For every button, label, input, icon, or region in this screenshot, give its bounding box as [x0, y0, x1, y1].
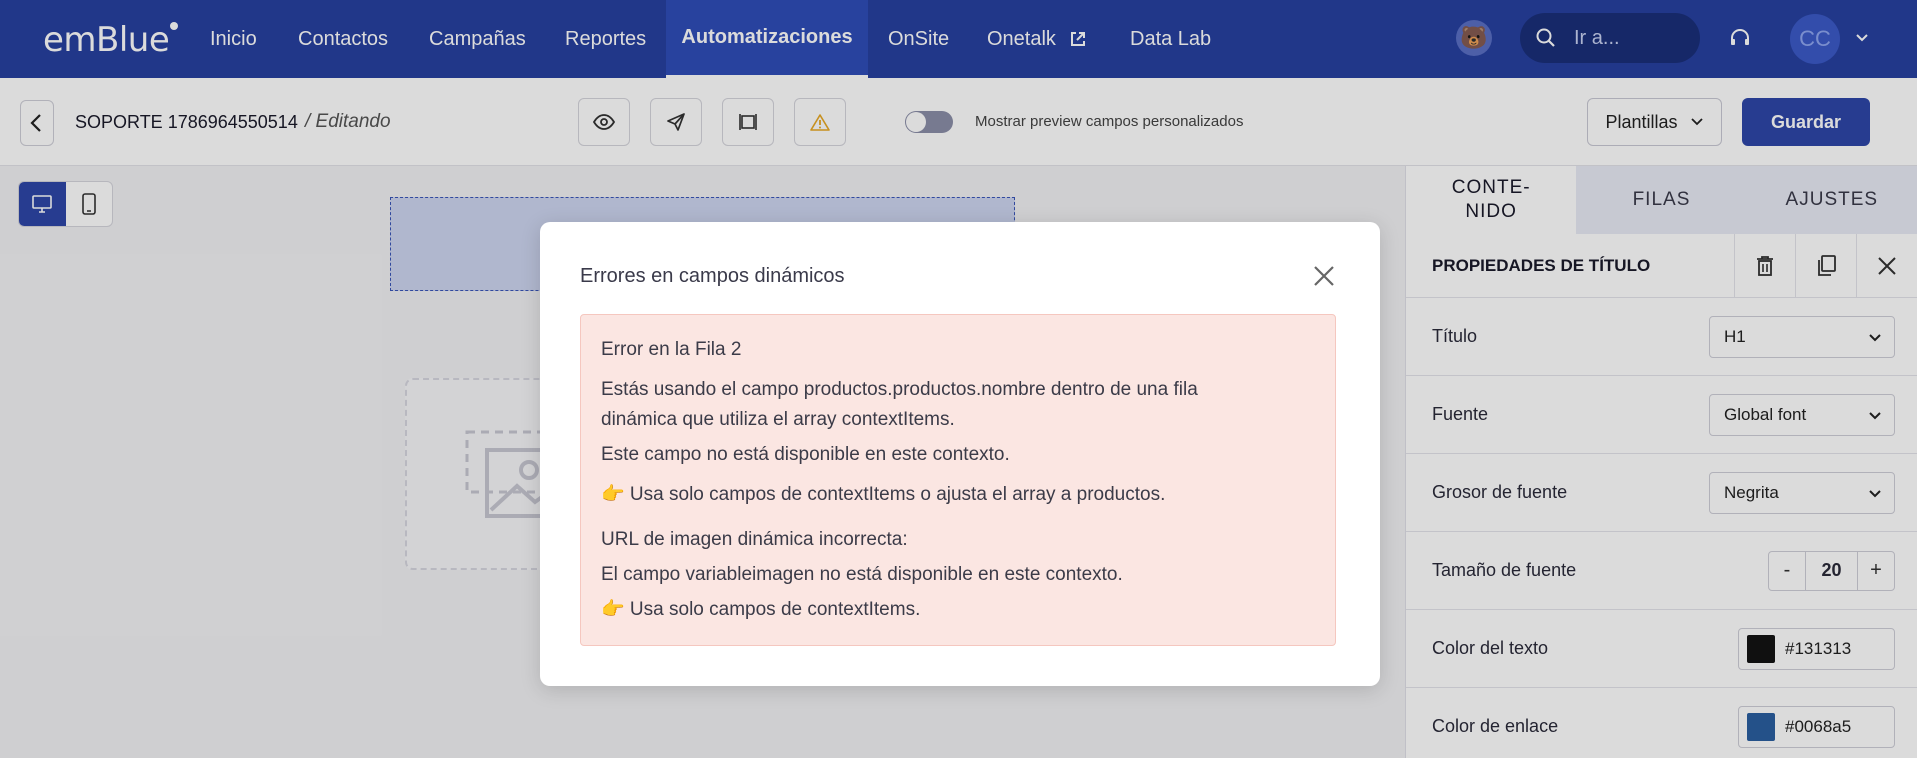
error-line-1: Estás usando el campo productos.producto… [601, 379, 1198, 400]
error-hint-2: 👉 Usa solo campos de contextItems. [601, 599, 921, 620]
close-icon[interactable] [1312, 264, 1336, 288]
dynamic-fields-error-modal: Errores en campos dinámicos Error en la … [540, 222, 1380, 686]
error-hint-1: 👉 Usa solo campos de contextItems o ajus… [601, 484, 1166, 505]
error-line-2: dinámica que utiliza el array contextIte… [601, 409, 955, 430]
error-line-5: El campo variableimagen no está disponib… [601, 564, 1123, 585]
error-line-4: URL de imagen dinámica incorrecta: [601, 529, 908, 550]
error-alert: Error en la Fila 2 Estás usando el campo… [580, 314, 1336, 646]
error-heading: Error en la Fila 2 [601, 339, 742, 360]
error-line-3: Este campo no está disponible en este co… [601, 444, 1010, 465]
modal-title: Errores en campos dinámicos [580, 265, 845, 287]
